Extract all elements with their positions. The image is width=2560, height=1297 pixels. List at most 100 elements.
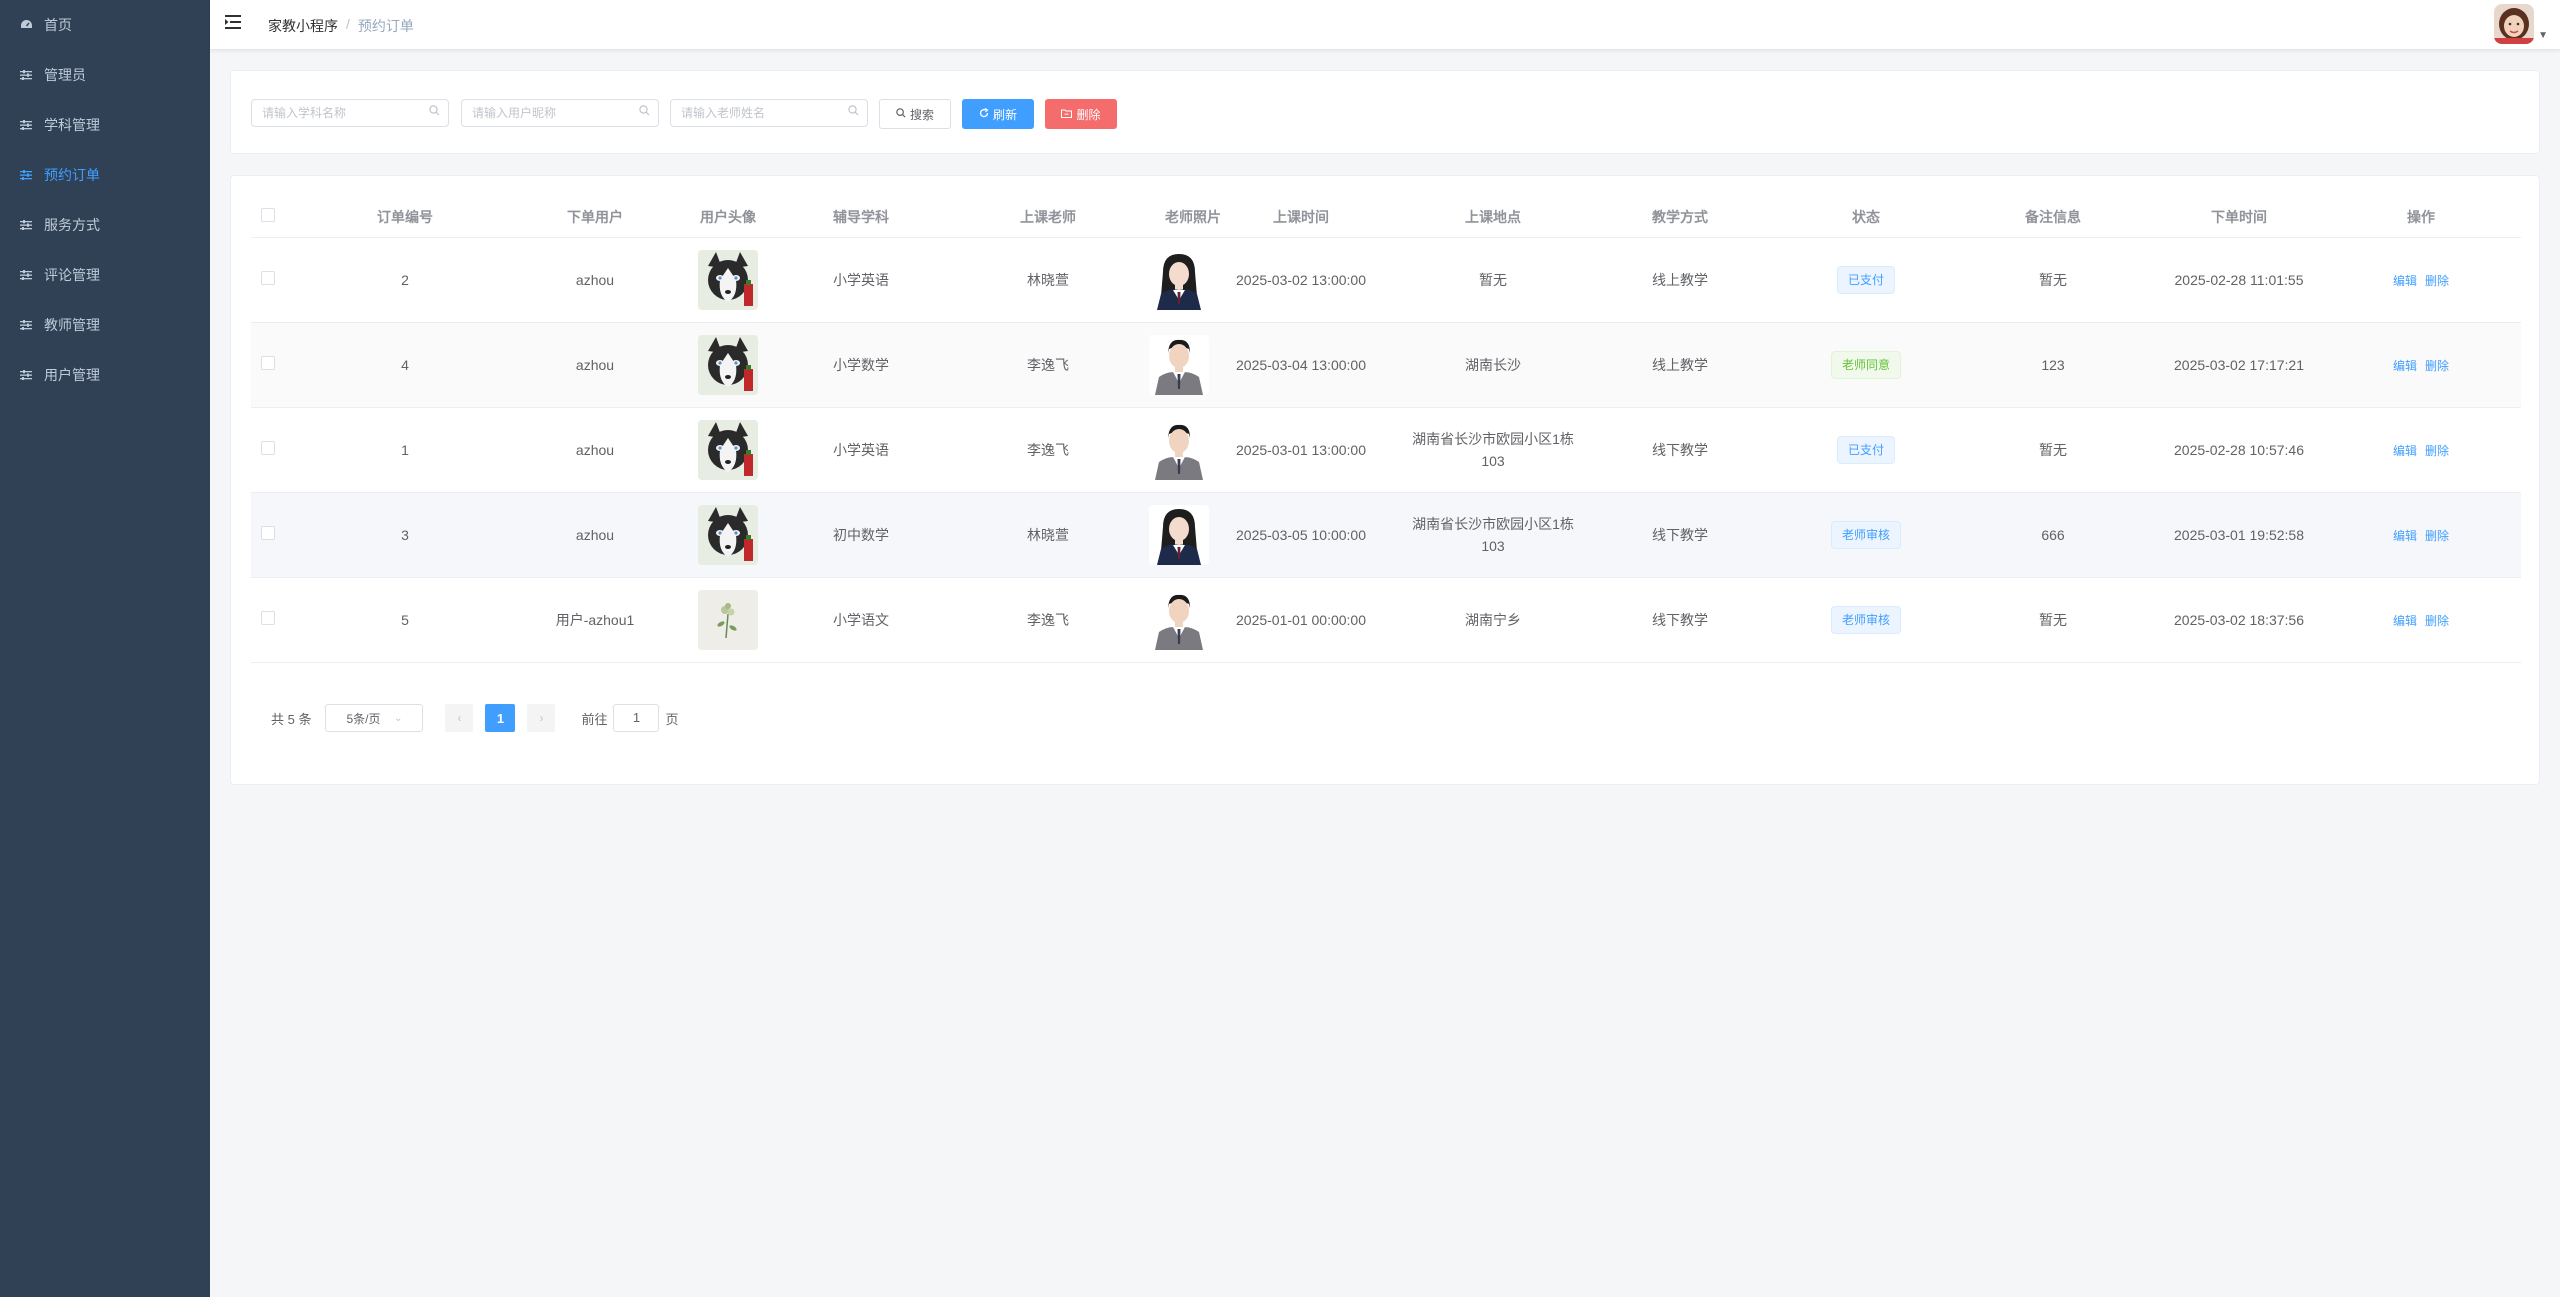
next-page-button[interactable]: › <box>527 704 556 732</box>
refresh-icon <box>979 107 989 121</box>
user-avatar-image[interactable] <box>698 505 758 565</box>
cell-avatar <box>665 420 791 480</box>
table-row: 2 azhou 小学英语 林晓萱 2025-03-02 13:00:00 暂无 线上教学 已支… <box>251 238 2521 323</box>
row-checkbox[interactable] <box>261 356 275 370</box>
user-avatar-image[interactable] <box>698 250 758 310</box>
folder-delete-icon <box>1061 107 1073 121</box>
cell-photo <box>1149 505 1209 565</box>
prev-page-button[interactable]: ‹ <box>445 704 474 732</box>
row-select-cell[interactable] <box>251 354 285 376</box>
sidebar-item-admin[interactable]: 管理员 <box>0 50 210 100</box>
delete-link[interactable]: 删除 <box>2425 274 2449 288</box>
table-row: 1 azhou 小学英语 李逸飞 2025-03-01 13:00:00 湖南省长沙市欧园… <box>251 408 2521 493</box>
cell-subject: 小学数学 <box>833 357 889 373</box>
delete-link[interactable]: 删除 <box>2425 444 2449 458</box>
cell-place: 暂无 <box>1409 269 1577 291</box>
sidebar-item-users[interactable]: 用户管理 <box>0 350 210 400</box>
edit-link[interactable]: 编辑 <box>2393 529 2417 543</box>
batch-delete-button[interactable]: 删除 <box>1045 99 1117 129</box>
cell-class-time: 2025-03-02 13:00:00 <box>1236 272 1366 288</box>
sliders-icon <box>18 270 34 280</box>
cell-status: 已支付 <box>1783 436 1949 464</box>
hamburger-icon[interactable] <box>225 14 245 34</box>
status-badge: 已支付 <box>1836 436 1895 464</box>
edit-link[interactable]: 编辑 <box>2393 359 2417 373</box>
row-select-cell[interactable] <box>251 524 285 546</box>
sidebar-item-label: 服务方式 <box>44 217 100 233</box>
row-checkbox[interactable] <box>261 441 275 455</box>
header-status: 状态 <box>1852 208 1880 225</box>
sidebar-item-comments[interactable]: 评论管理 <box>0 250 210 300</box>
cell-order-time: 2025-03-01 19:52:58 <box>2174 527 2304 543</box>
row-select-cell[interactable] <box>251 609 285 631</box>
header-order-no: 订单编号 <box>377 208 433 225</box>
cell-subject: 小学英语 <box>833 272 889 288</box>
cell-place: 湖南省长沙市欧园小区1栋 103 <box>1409 513 1577 557</box>
cell-order-no: 5 <box>401 612 409 628</box>
row-checkbox[interactable] <box>261 526 275 540</box>
breadcrumb-home[interactable]: 家教小程序 <box>268 16 338 36</box>
header-avatar: 用户头像 <box>700 208 756 225</box>
page-number-active[interactable]: 1 <box>485 704 516 732</box>
search-button[interactable]: 搜索 <box>879 99 951 129</box>
cell-photo <box>1149 335 1209 395</box>
sliders-icon <box>18 70 34 80</box>
cell-avatar <box>665 335 791 395</box>
teacher-search-input[interactable]: 请输入老师姓名 <box>670 99 868 127</box>
edit-link[interactable]: 编辑 <box>2393 274 2417 288</box>
cell-photo <box>1149 590 1209 650</box>
subject-search-input[interactable]: 请输入学科名称 <box>251 99 449 127</box>
row-checkbox[interactable] <box>261 271 275 285</box>
refresh-button-label: 刷新 <box>992 107 1017 122</box>
cell-subject: 小学语文 <box>833 612 889 628</box>
sidebar-item-teachers[interactable]: 教师管理 <box>0 300 210 350</box>
user-avatar-image[interactable] <box>698 335 758 395</box>
cell-ops: 编辑 删除 <box>2321 524 2521 547</box>
orders-table: 订单编号 下单用户 用户头像 辅导学科 上课老师 老师照片 上课时间 上课地点 … <box>251 196 2521 663</box>
goto-suffix: 页 <box>665 711 679 727</box>
cell-class-time: 2025-03-04 13:00:00 <box>1236 357 1366 373</box>
chevron-down-icon: ⌄ <box>394 712 403 724</box>
user-avatar-image[interactable] <box>698 420 758 480</box>
user-avatar-image[interactable] <box>698 590 758 650</box>
caret-down-icon[interactable]: ▼ <box>2538 30 2548 41</box>
page-size-select[interactable]: 5条/页 ⌄ <box>325 704 424 732</box>
delete-link[interactable]: 删除 <box>2425 529 2449 543</box>
cell-status: 老师同意 <box>1783 351 1949 379</box>
cell-mode: 线下教学 <box>1652 612 1708 628</box>
row-select-cell[interactable] <box>251 269 285 291</box>
delete-link[interactable]: 删除 <box>2425 614 2449 628</box>
edit-link[interactable]: 编辑 <box>2393 444 2417 458</box>
search-button-label: 搜索 <box>909 107 934 122</box>
cell-order-no: 2 <box>401 272 409 288</box>
sidebar-item-orders[interactable]: 预约订单 <box>0 150 210 200</box>
sidebar-item-home[interactable]: 首页 <box>0 0 210 50</box>
cell-note: 666 <box>2041 527 2065 543</box>
breadcrumb-current: 预约订单 <box>357 18 414 34</box>
search-icon <box>429 100 440 126</box>
status-badge: 老师审核 <box>1830 606 1901 634</box>
avatar[interactable] <box>2494 4 2534 44</box>
cell-avatar <box>665 590 791 650</box>
subject-search-placeholder: 请输入学科名称 <box>262 106 347 120</box>
cell-place: 湖南省长沙市欧园小区1栋 103 <box>1409 428 1577 472</box>
sidebar-item-service[interactable]: 服务方式 <box>0 200 210 250</box>
cell-ops: 编辑 删除 <box>2321 439 2521 462</box>
place-line-1: 湖南宁乡 <box>1465 612 1521 628</box>
delete-link[interactable]: 删除 <box>2425 359 2449 373</box>
row-checkbox[interactable] <box>261 611 275 625</box>
refresh-button[interactable]: 刷新 <box>962 99 1034 129</box>
chevron-left-icon: ‹ <box>457 711 462 725</box>
header-select-all[interactable] <box>251 206 285 228</box>
cell-teacher: 李逸飞 <box>1027 612 1069 628</box>
cell-mode: 线下教学 <box>1652 442 1708 458</box>
cell-order-time: 2025-02-28 10:57:46 <box>2174 442 2304 458</box>
select-all-checkbox[interactable] <box>261 207 275 222</box>
sidebar-item-subject[interactable]: 学科管理 <box>0 100 210 150</box>
goto-page-input[interactable]: 1 <box>613 704 660 732</box>
page-size-value: 5条/页 <box>346 711 381 726</box>
row-select-cell[interactable] <box>251 439 285 461</box>
place-line-1: 湖南长沙 <box>1465 357 1521 373</box>
edit-link[interactable]: 编辑 <box>2393 614 2417 628</box>
user-search-input[interactable]: 请输入用户昵称 <box>461 99 659 127</box>
